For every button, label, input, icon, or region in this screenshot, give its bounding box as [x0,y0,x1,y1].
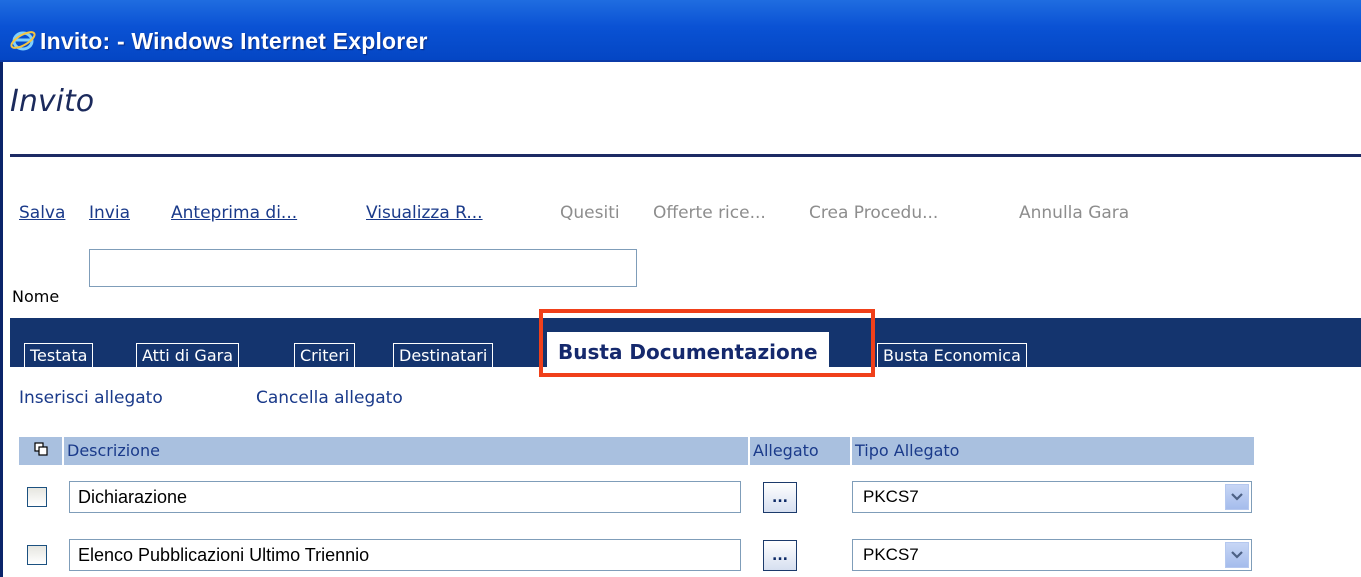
tab-testata[interactable]: Testata [24,343,94,367]
tab-criteri[interactable]: Criteri [294,343,356,367]
toolbar-salva[interactable]: Salva [19,203,65,223]
window-title: Invito: - Windows Internet Explorer [40,28,428,54]
tab-atti-di-gara[interactable]: Atti di Gara [136,343,240,367]
toolbar-annulla-gara: Annulla Gara [1019,203,1130,223]
toolbar-quesiti: Quesiti [560,203,620,223]
window-titlebar: Invito: - Windows Internet Explorer [0,0,1361,62]
content-left-border [0,62,3,577]
title-divider [10,154,1361,157]
page-title: Invito [10,84,95,119]
tab-busta-economica[interactable]: Busta Economica [877,343,1027,367]
column-allegato: Allegato [750,437,850,465]
nome-input[interactable] [89,249,637,287]
tab-destinatari[interactable]: Destinatari [393,343,494,367]
column-descrizione: Descrizione [64,437,748,465]
toolbar-visualizza[interactable]: Visualizza R... [366,203,483,223]
description-field[interactable]: Dichiarazione [69,481,741,513]
nome-label: Nome [12,287,60,306]
chevron-down-icon[interactable] [1225,484,1249,510]
tab-strip: Testata Atti di Gara Criteri Destinatari… [10,318,1361,367]
toolbar-crea-procedura: Crea Procedu... [809,203,939,223]
browse-button[interactable]: ... [763,482,797,513]
toolbar-invia[interactable]: Invia [89,203,130,223]
select-value: PKCS7 [863,487,919,506]
insert-attachment-link[interactable]: Inserisci allegato [19,388,163,408]
browse-button[interactable]: ... [763,540,797,571]
toolbar-offerte: Offerte rice... [653,203,766,223]
chevron-down-icon[interactable] [1225,542,1249,568]
tipo-allegato-select[interactable]: PKCS7 [852,481,1252,513]
select-value: PKCS7 [863,545,919,564]
delete-attachment-link[interactable]: Cancella allegato [256,388,403,408]
tipo-allegato-select[interactable]: PKCS7 [852,539,1252,571]
copy-icon [33,437,48,465]
select-all-header[interactable] [19,437,62,465]
internet-explorer-icon [10,27,36,53]
description-field[interactable]: Elenco Pubblicazioni Ultimo Triennio [69,539,741,571]
row-checkbox[interactable] [27,487,47,507]
row-checkbox[interactable] [27,545,47,565]
column-tipo-allegato: Tipo Allegato [852,437,1254,465]
toolbar-anteprima[interactable]: Anteprima di... [171,203,297,223]
tab-busta-documentazione[interactable]: Busta Documentazione [547,332,829,367]
